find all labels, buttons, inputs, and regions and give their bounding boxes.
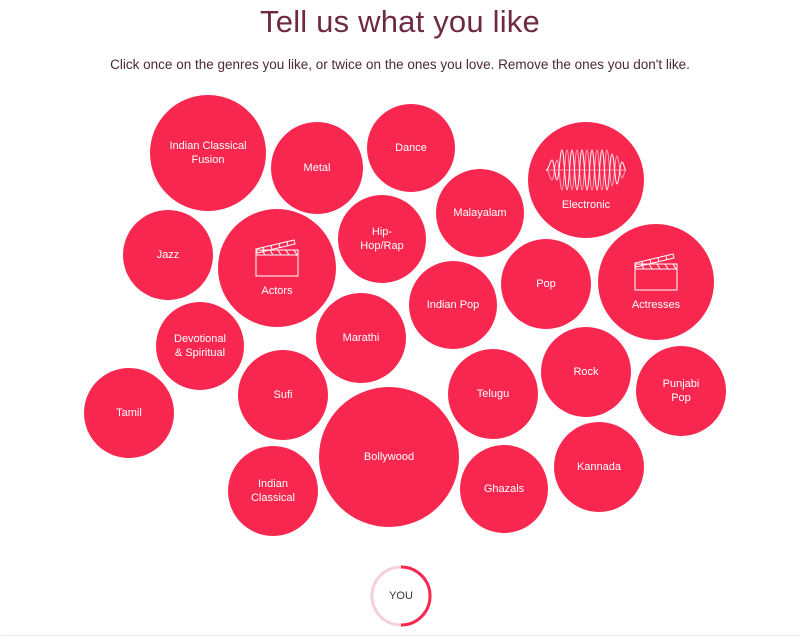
genre-label: Indian Classical — [250, 478, 295, 504]
genre-label: Electronic — [561, 199, 611, 211]
genre-bubble-kannada[interactable]: Kannada — [554, 422, 644, 512]
page-subtitle: Click once on the genres you like, or tw… — [110, 57, 690, 72]
genre-label: Kannada — [576, 461, 622, 473]
footer-divider — [0, 635, 800, 636]
genre-bubble-metal[interactable]: Metal — [271, 122, 363, 214]
genre-label: Rock — [573, 366, 599, 378]
genre-bubble-pop[interactable]: Pop — [501, 239, 591, 329]
genre-label: Ghazals — [483, 483, 525, 495]
genre-label: Hip- Hop/Rap — [360, 226, 404, 252]
genre-label: Indian Classical Fusion — [169, 140, 247, 166]
genre-bubble-telugu[interactable]: Telugu — [448, 349, 538, 439]
genre-label: Tamil — [116, 407, 142, 419]
genre-label: Actors — [261, 285, 293, 297]
genre-label: Indian Pop — [426, 299, 480, 311]
clapperboard-icon — [255, 239, 299, 277]
genre-label: Actresses — [631, 299, 681, 311]
genre-bubble-dance[interactable]: Dance — [367, 104, 455, 192]
genre-label: Marathi — [342, 332, 380, 344]
genre-bubble-sufi[interactable]: Sufi — [238, 350, 328, 440]
clapperboard-icon — [634, 253, 678, 291]
genre-bubble-jazz[interactable]: Jazz — [123, 210, 213, 300]
genre-bubble-actors[interactable]: Actors — [218, 209, 336, 327]
genre-label: Telugu — [476, 388, 510, 400]
genre-label: Dance — [395, 142, 427, 154]
genre-label: Pop — [536, 278, 556, 290]
genre-bubble-indian-classical[interactable]: Indian Classical — [228, 446, 318, 536]
genre-bubble-hip-hop-rap[interactable]: Hip- Hop/Rap — [338, 195, 426, 283]
genre-label: Malayalam — [453, 207, 507, 219]
genre-label: Sufi — [273, 389, 293, 401]
genre-bubble-rock[interactable]: Rock — [541, 327, 631, 417]
genre-label: Devotional & Spiritual — [174, 333, 226, 359]
genre-label: Punjabi Pop — [662, 378, 700, 404]
you-button[interactable]: YOU — [369, 564, 433, 628]
waveform-icon — [546, 149, 626, 191]
genre-bubble-electronic[interactable]: Electronic — [528, 122, 644, 238]
genre-bubble-ghazals[interactable]: Ghazals — [460, 445, 548, 533]
genre-bubble-malayalam[interactable]: Malayalam — [436, 169, 524, 257]
genre-bubble-bollywood[interactable]: Bollywood — [319, 387, 459, 527]
genre-bubble-devotional-spiritual[interactable]: Devotional & Spiritual — [156, 302, 244, 390]
genre-bubble-marathi[interactable]: Marathi — [316, 293, 406, 383]
genre-label: Jazz — [156, 249, 180, 261]
genre-label: Bollywood — [363, 451, 415, 463]
genre-bubble-punjabi-pop[interactable]: Punjabi Pop — [636, 346, 726, 436]
genre-picker-page: Tell us what you like Click once on the … — [0, 0, 800, 639]
genre-bubble-indian-classical-fusion[interactable]: Indian Classical Fusion — [150, 95, 266, 211]
genre-bubble-actresses[interactable]: Actresses — [598, 224, 714, 340]
genre-bubble-indian-pop[interactable]: Indian Pop — [409, 261, 497, 349]
genre-bubble-tamil[interactable]: Tamil — [84, 368, 174, 458]
page-title: Tell us what you like — [260, 4, 540, 39]
genre-label: Metal — [303, 162, 331, 174]
